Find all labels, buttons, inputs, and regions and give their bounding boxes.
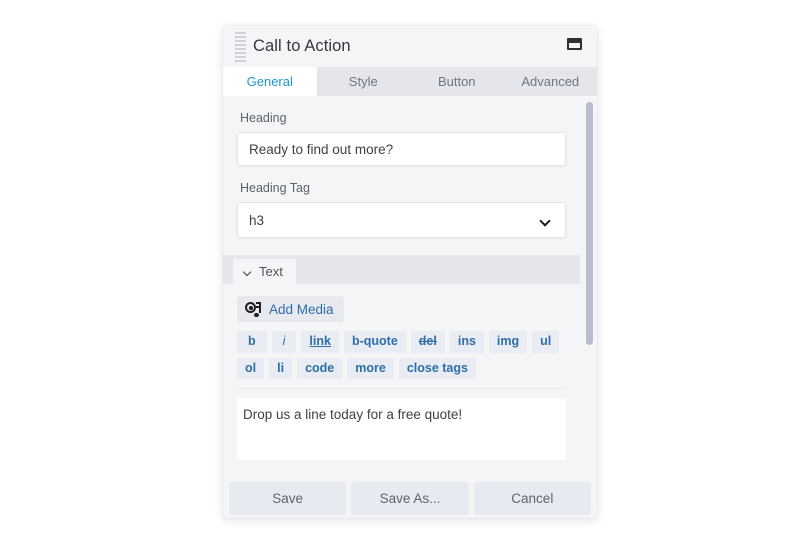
editor-body: Add Media b i link b-quote del ins img u… (223, 284, 580, 460)
add-media-icon (245, 301, 262, 317)
editor-textarea[interactable]: Drop us a line today for a free quote! (237, 398, 566, 460)
heading-tag-field-group: Heading Tag h3 (223, 181, 580, 238)
add-media-button[interactable]: Add Media (237, 296, 344, 322)
quicktag-ul[interactable]: ul (532, 331, 560, 353)
quicktag-more[interactable]: more (347, 357, 394, 379)
quicktag-ins[interactable]: ins (449, 331, 484, 353)
window-maximize-icon[interactable] (567, 38, 584, 52)
quicktag-img[interactable]: img (488, 331, 528, 353)
quicktag-b-quote[interactable]: b-quote (343, 331, 406, 353)
dialog-footer: Save Save As... Cancel (223, 478, 597, 518)
quicktag-close-tags[interactable]: close tags (398, 357, 476, 379)
editor-tab-text[interactable]: Text (233, 259, 296, 284)
heading-field-group: Heading Ready to find out more? (223, 111, 580, 166)
main-tabbar: General Style Button Advanced (223, 67, 597, 96)
tab-advanced[interactable]: Advanced (504, 67, 598, 96)
chevron-down-icon (243, 269, 252, 274)
dialog-titlebar: Call to Action (223, 26, 597, 67)
heading-tag-value: h3 (249, 212, 265, 228)
quicktag-toolbar: b i link b-quote del ins img ul ol li co… (237, 331, 566, 389)
drag-handle-icon[interactable] (230, 31, 250, 62)
tab-general[interactable]: General (223, 67, 317, 96)
editor-tab-label: Text (259, 264, 283, 279)
cancel-button[interactable]: Cancel (473, 481, 591, 515)
heading-input[interactable]: Ready to find out more? (237, 132, 566, 166)
tab-button[interactable]: Button (410, 67, 504, 96)
editor-tabbar: Text (223, 255, 580, 284)
scrollbar-thumb[interactable] (586, 102, 593, 345)
call-to-action-dialog: Call to Action General Style Button Adva… (223, 26, 597, 518)
quicktag-i[interactable]: i (271, 331, 297, 353)
vertical-scrollbar[interactable] (584, 96, 595, 478)
save-button[interactable]: Save (229, 481, 347, 515)
save-as-button[interactable]: Save As... (351, 481, 469, 515)
quicktag-ol[interactable]: ol (237, 357, 265, 379)
settings-scroll-region: Heading Ready to find out more? Heading … (223, 96, 597, 478)
quicktag-b[interactable]: b (237, 331, 267, 353)
quicktag-del[interactable]: del (410, 331, 445, 353)
content-editor: Text Add Media b i link b-quote del ins … (223, 255, 580, 460)
tab-style[interactable]: Style (317, 67, 411, 96)
heading-tag-label: Heading Tag (240, 181, 310, 195)
heading-label: Heading (240, 111, 287, 125)
quicktag-li[interactable]: li (269, 357, 293, 379)
page-title: Call to Action (253, 36, 351, 55)
chevron-down-icon (540, 217, 550, 223)
quicktag-link[interactable]: link (301, 331, 339, 353)
add-media-label: Add Media (269, 301, 334, 317)
quicktag-code[interactable]: code (297, 357, 343, 379)
heading-tag-select[interactable]: h3 (237, 202, 566, 238)
